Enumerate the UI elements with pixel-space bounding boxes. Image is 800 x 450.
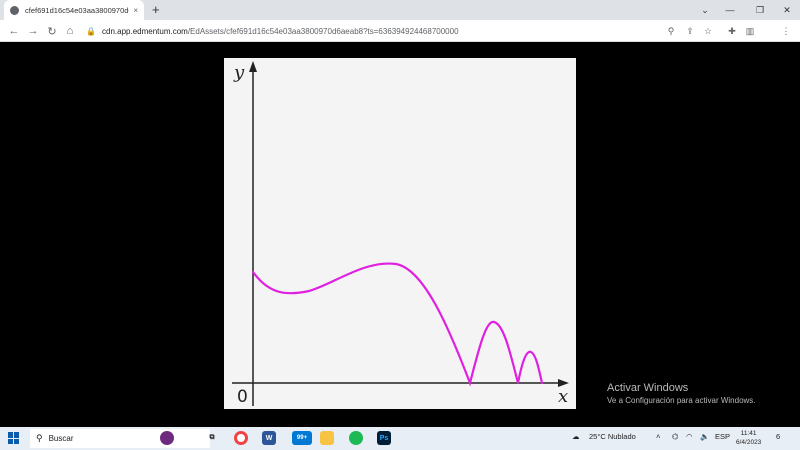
- menu-icon[interactable]: ⋮: [778, 23, 794, 39]
- new-tab-button[interactable]: +: [152, 2, 160, 17]
- search-label: Buscar: [48, 434, 74, 443]
- browser-tab[interactable]: cfef691d16c54e03aa3800970d6a ×: [4, 0, 144, 20]
- y-axis-arrow: [249, 61, 257, 72]
- zoom-icon[interactable]: ⚲: [663, 23, 679, 39]
- spotify-icon[interactable]: [349, 431, 363, 445]
- weather-icon[interactable]: ☁: [572, 432, 580, 441]
- origin-label: 0: [237, 387, 248, 407]
- address-input[interactable]: 🔒 cdn.app.edmentum.com /EdAssets/cfef691…: [82, 23, 722, 39]
- show-hidden-icon[interactable]: ˄: [656, 432, 660, 441]
- url-host: cdn.app.edmentum.com: [102, 26, 188, 36]
- notification-count: 6: [776, 432, 781, 441]
- globe-icon: [10, 5, 19, 15]
- windows-start-icon[interactable]: [8, 432, 20, 444]
- mail-badge-icon[interactable]: 99+: [292, 431, 312, 445]
- extensions-icon[interactable]: ✚: [724, 23, 740, 39]
- bookmark-star-icon[interactable]: ☆: [700, 23, 716, 39]
- wifi-icon[interactable]: ◠: [686, 432, 693, 441]
- watermark-title: Activar Windows: [607, 382, 689, 394]
- clock-date: 6/4/2023: [736, 439, 762, 446]
- chrome-icon[interactable]: [234, 431, 248, 445]
- clock-time: 11:41: [740, 430, 757, 437]
- tab-close-icon[interactable]: ×: [133, 6, 138, 15]
- watermark-subtitle: Ve a Configuración para activar Windows.: [607, 396, 756, 405]
- clock[interactable]: 11:41 6/4/2023: [736, 429, 761, 447]
- page-content: y x 0 Activar Windows Ve a Configuración…: [0, 42, 800, 427]
- task-view-icon[interactable]: ⧉: [205, 431, 219, 445]
- url-path: /EdAssets/cfef691d16c54e03aa3800970d6aea…: [187, 26, 459, 36]
- y-axis-label: y: [233, 62, 245, 83]
- photoshop-icon[interactable]: Ps: [377, 431, 391, 445]
- side-panel-icon[interactable]: ▥: [742, 23, 758, 39]
- search-highlight-icon[interactable]: [160, 431, 174, 445]
- word-icon[interactable]: W: [262, 431, 276, 445]
- graph-image: y x 0: [224, 58, 576, 409]
- tab-strip: cfef691d16c54e03aa3800970d6a × + ⌄ — ❐ ✕: [0, 0, 800, 20]
- search-icon: ⚲: [36, 433, 43, 443]
- tab-title: cfef691d16c54e03aa3800970d6a: [25, 5, 130, 15]
- volume-icon[interactable]: 🔈: [700, 432, 709, 441]
- back-icon[interactable]: ←: [6, 23, 22, 39]
- lock-icon: 🔒: [86, 26, 96, 36]
- reload-icon[interactable]: ↻: [44, 23, 60, 39]
- function-curve: [251, 262, 544, 387]
- minimize-icon[interactable]: —: [715, 0, 745, 20]
- graph-svg: y x 0: [232, 61, 569, 407]
- toolbar: ← → ↻ ⌂ 🔒 cdn.app.edmentum.com /EdAssets…: [0, 20, 800, 56]
- forward-icon[interactable]: →: [25, 23, 41, 39]
- weather-text[interactable]: 25°C Nublado: [589, 432, 636, 441]
- notification-icon[interactable]: 6: [776, 432, 780, 441]
- taskbar-search[interactable]: ⚲ Buscar: [30, 429, 210, 448]
- network-icon[interactable]: ⌬: [672, 432, 679, 441]
- close-window-icon[interactable]: ✕: [772, 0, 800, 20]
- language-indicator[interactable]: ESP: [715, 432, 730, 441]
- restore-icon[interactable]: ❐: [745, 0, 775, 20]
- home-icon[interactable]: ⌂: [62, 23, 78, 39]
- taskbar: ⚲ Buscar ⧉ W 99+ Ps ☁ 25°C Nublado ˄ ⌬ ◠…: [0, 427, 800, 450]
- file-explorer-icon[interactable]: [320, 431, 334, 445]
- share-icon[interactable]: ⇪: [682, 23, 698, 39]
- x-axis-label: x: [558, 386, 568, 407]
- activation-watermark: Activar Windows Ve a Configuración para …: [607, 382, 756, 405]
